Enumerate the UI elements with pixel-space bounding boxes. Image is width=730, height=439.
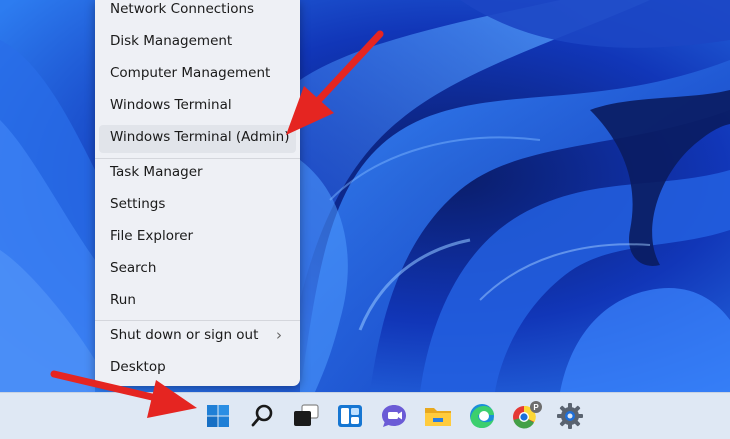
menu-item-label: Computer Management bbox=[110, 65, 271, 81]
menu-item-shut-down-or-sign-out[interactable]: Shut down or sign out › bbox=[99, 323, 296, 351]
task-view-icon[interactable] bbox=[288, 398, 324, 434]
menu-item-label: Windows Terminal bbox=[110, 97, 232, 113]
menu-item-label: Settings bbox=[110, 196, 166, 212]
chevron-right-icon: › bbox=[276, 326, 282, 344]
widgets-icon[interactable] bbox=[332, 398, 368, 434]
menu-separator bbox=[95, 320, 300, 321]
teams-chat-icon[interactable] bbox=[376, 398, 412, 434]
menu-item-windows-terminal-admin[interactable]: Windows Terminal (Admin) bbox=[99, 125, 296, 153]
menu-item-search[interactable]: Search bbox=[99, 256, 296, 284]
menu-item-desktop[interactable]: Desktop bbox=[99, 355, 296, 383]
menu-item-disk-management[interactable]: Disk Management bbox=[99, 29, 296, 57]
menu-item-computer-management[interactable]: Computer Management bbox=[99, 61, 296, 89]
menu-item-label: Run bbox=[110, 292, 136, 308]
search-icon[interactable] bbox=[244, 398, 280, 434]
win-x-context-menu: Network Connections Disk Management Comp… bbox=[95, 0, 300, 386]
menu-item-file-explorer[interactable]: File Explorer bbox=[99, 224, 296, 252]
menu-item-network-connections[interactable]: Network Connections bbox=[99, 0, 296, 25]
menu-item-label: Shut down or sign out bbox=[110, 327, 259, 343]
menu-item-label: Disk Management bbox=[110, 33, 233, 49]
menu-item-label: Windows Terminal (Admin) bbox=[110, 129, 290, 145]
taskbar: P bbox=[0, 392, 730, 439]
menu-item-run[interactable]: Run bbox=[99, 288, 296, 316]
menu-item-label: File Explorer bbox=[110, 228, 194, 244]
menu-separator bbox=[95, 158, 300, 159]
menu-item-settings[interactable]: Settings bbox=[99, 192, 296, 220]
menu-item-label: Task Manager bbox=[110, 164, 203, 180]
menu-item-label: Search bbox=[110, 260, 157, 276]
settings-gear-icon[interactable] bbox=[552, 398, 588, 434]
menu-item-windows-terminal[interactable]: Windows Terminal bbox=[99, 93, 296, 121]
chrome-icon[interactable]: P bbox=[508, 398, 544, 434]
menu-item-label: Network Connections bbox=[110, 1, 255, 17]
chrome-profile-badge: P bbox=[533, 403, 539, 412]
edge-icon[interactable] bbox=[464, 398, 500, 434]
windows-start-icon[interactable] bbox=[200, 398, 236, 434]
menu-item-label: Desktop bbox=[110, 359, 166, 375]
menu-item-task-manager[interactable]: Task Manager bbox=[99, 160, 296, 188]
file-explorer-icon[interactable] bbox=[420, 398, 456, 434]
